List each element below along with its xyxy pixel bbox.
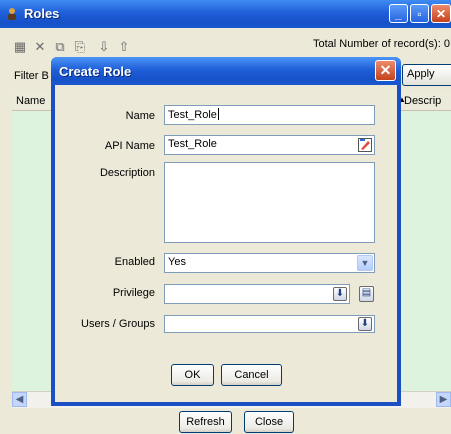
- refresh-button[interactable]: Refresh: [179, 411, 232, 433]
- scroll-right-icon[interactable]: ▶: [436, 392, 451, 407]
- dialog-title: Create Role: [59, 64, 132, 79]
- enabled-value: Yes: [168, 256, 186, 268]
- close-icon: ✕: [435, 7, 447, 21]
- paste-icon[interactable]: ⎘: [72, 39, 88, 55]
- cancel-button[interactable]: Cancel: [221, 364, 282, 386]
- ok-button[interactable]: OK: [171, 364, 214, 386]
- filter-label: Filter B: [14, 70, 49, 82]
- close-button[interactable]: Close: [244, 411, 294, 433]
- dialog-body: [55, 85, 397, 402]
- maximize-button[interactable]: ▫: [410, 4, 429, 23]
- api-name-value: Test_Role: [168, 138, 217, 150]
- scroll-left-icon[interactable]: ◀: [12, 392, 27, 407]
- export-icon[interactable]: ⇩: [96, 39, 112, 55]
- app-icon: [5, 7, 19, 21]
- new-icon[interactable]: ▦: [12, 39, 28, 55]
- edit-icon[interactable]: [358, 138, 372, 152]
- name-value: Test_Role: [168, 109, 217, 121]
- users-groups-input[interactable]: [164, 315, 375, 333]
- column-header-name[interactable]: Name: [16, 95, 45, 107]
- api-name-label: API Name: [104, 140, 155, 152]
- name-input[interactable]: Test_Role: [164, 105, 375, 125]
- text-cursor: [217, 108, 219, 120]
- api-name-input[interactable]: Test_Role: [164, 135, 375, 155]
- copy-icon[interactable]: ⧉: [52, 39, 68, 55]
- enabled-select[interactable]: Yes: [164, 253, 375, 273]
- description-textarea[interactable]: [164, 162, 375, 243]
- minimize-icon: _: [395, 7, 402, 21]
- total-records-label: Total Number of record(s): 0: [313, 38, 450, 50]
- enabled-label: Enabled: [114, 256, 155, 268]
- lookup-icon[interactable]: ⬇: [358, 317, 372, 331]
- roles-titlebar[interactable]: Roles: [0, 0, 451, 28]
- roles-close-button[interactable]: ✕: [431, 4, 451, 23]
- delete-icon[interactable]: ✕: [32, 39, 48, 55]
- close-icon: ✕: [379, 62, 392, 78]
- column-header-description[interactable]: Descrip: [404, 95, 441, 107]
- privilege-label: Privilege: [112, 287, 155, 299]
- roles-window-title: Roles: [24, 6, 60, 21]
- users-groups-label: Users / Groups: [81, 318, 155, 330]
- description-label: Description: [99, 167, 155, 179]
- privilege-input[interactable]: [164, 284, 350, 304]
- minimize-button[interactable]: _: [389, 4, 408, 23]
- picker-icon[interactable]: ▤: [359, 286, 374, 302]
- import-icon[interactable]: ⇧: [116, 39, 132, 55]
- lookup-icon[interactable]: ⬇: [333, 287, 347, 301]
- apply-button[interactable]: Apply: [402, 64, 451, 86]
- name-label: Name: [125, 110, 155, 122]
- dialog-close-button[interactable]: ✕: [375, 60, 396, 81]
- restore-icon: ▫: [417, 7, 422, 21]
- dropdown-arrow-icon[interactable]: ▼: [357, 255, 373, 271]
